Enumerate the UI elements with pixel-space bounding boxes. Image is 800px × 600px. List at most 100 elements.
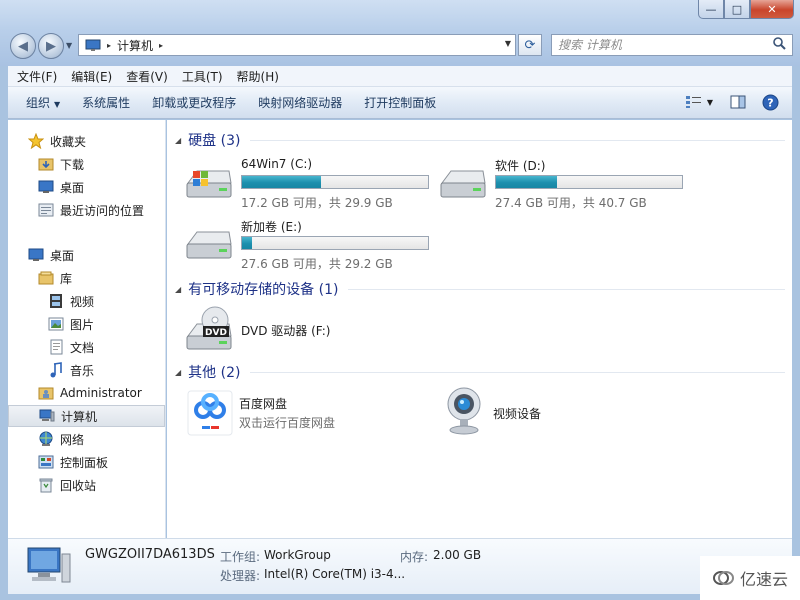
dvd-drive-f[interactable]: DVD DVD 驱动器 (F:) — [185, 306, 431, 356]
collapse-triangle-icon[interactable]: ◢ — [175, 285, 181, 294]
nav-label: 音乐 — [70, 363, 95, 378]
system-properties-button[interactable]: 系统属性 — [82, 94, 130, 111]
close-button[interactable]: ✕ — [750, 0, 794, 19]
nav-network[interactable]: 网络 — [8, 428, 165, 450]
network-icon — [38, 431, 54, 447]
nav-favorites[interactable]: 收藏夹 — [8, 130, 165, 152]
organize-button[interactable]: 组织 ▼ — [26, 94, 60, 111]
watermark-logo-icon — [712, 570, 734, 586]
refresh-button[interactable]: ⟳ — [518, 34, 542, 56]
collapse-triangle-icon[interactable]: ◢ — [175, 368, 181, 377]
view-options-dropdown[interactable]: ▼ — [704, 93, 716, 111]
star-icon — [28, 133, 44, 149]
address-bar[interactable]: ▸ 计算机 ▸ ▼ — [78, 34, 516, 56]
drive-d[interactable]: 软件 (D:) 27.4 GB 可用，共 40.7 GB — [439, 157, 685, 213]
maximize-button[interactable]: □ — [724, 0, 750, 19]
drive-label: 新加卷 (E:) — [241, 220, 302, 234]
nav-videos[interactable]: 视频 — [8, 290, 165, 312]
computer-icon — [39, 408, 55, 424]
nav-recent-places[interactable]: 最近访问的位置 — [8, 199, 165, 221]
workgroup-label: 工作组: — [220, 550, 261, 564]
nav-label: 收藏夹 — [50, 134, 87, 149]
nav-downloads[interactable]: 下载 — [8, 153, 165, 175]
menu-edit[interactable]: 编辑(E) — [71, 68, 112, 85]
baidu-netdisk-item[interactable]: 百度网盘 双击运行百度网盘 — [185, 390, 431, 438]
watermark: 亿速云 — [700, 556, 800, 600]
nav-label: 桌面 — [50, 248, 75, 263]
nav-label: 网络 — [60, 432, 85, 447]
menu-help[interactable]: 帮助(H) — [237, 68, 279, 85]
title-bar: — □ ✕ ◀ ▶ ▼ ▸ 计算机 ▸ ▼ ⟳ — [0, 0, 800, 66]
breadcrumb-separator[interactable]: ▸ — [107, 41, 111, 50]
uninstall-program-button[interactable]: 卸载或更改程序 — [152, 94, 236, 111]
drive-c[interactable]: 64Win7 (C:) 17.2 GB 可用，共 29.9 GB — [185, 157, 431, 213]
group-other[interactable]: ◢ 其他 (2) — [175, 362, 785, 382]
search-box[interactable] — [551, 34, 793, 56]
preview-pane-icon[interactable] — [728, 93, 748, 111]
group-hard-disks[interactable]: ◢ 硬盘 (3) — [175, 130, 785, 150]
forward-button[interactable]: ▶ — [38, 33, 64, 59]
memory-value: 2.00 GB — [433, 548, 482, 562]
nav-label: 下载 — [60, 157, 85, 172]
search-icon[interactable] — [773, 37, 786, 53]
content-pane: ◢ 硬盘 (3) 64Win7 (C:) 17.2 GB 可用，共 29.9 G… — [167, 120, 792, 538]
open-control-panel-button[interactable]: 打开控制面板 — [364, 94, 436, 111]
nav-label: 图片 — [70, 317, 95, 332]
collapse-triangle-icon[interactable]: ◢ — [175, 136, 181, 145]
menu-file[interactable]: 文件(F) — [17, 68, 57, 85]
change-view-icon[interactable] — [684, 93, 704, 111]
workgroup-value: WorkGroup — [264, 548, 331, 562]
libraries-icon — [38, 270, 54, 286]
recycle-bin-icon — [38, 477, 54, 493]
organize-label: 组织 — [26, 96, 51, 110]
view-controls: ▼ ? — [672, 93, 780, 111]
nav-label: 库 — [60, 271, 73, 286]
nav-documents[interactable]: 文档 — [8, 336, 165, 358]
help-icon[interactable]: ? — [760, 93, 780, 111]
nav-user-folder[interactable]: Administrator — [8, 382, 165, 404]
desktop-icon — [28, 247, 44, 263]
map-network-drive-button[interactable]: 映射网络驱动器 — [258, 94, 342, 111]
minimize-button[interactable]: — — [698, 0, 724, 19]
nav-computer[interactable]: 计算机 — [8, 405, 165, 427]
back-button[interactable]: ◀ — [10, 33, 36, 59]
address-dropdown[interactable]: ▼ — [505, 39, 511, 48]
drive-label: DVD 驱动器 (F:) — [241, 324, 331, 338]
music-icon — [48, 362, 64, 378]
menu-view[interactable]: 查看(V) — [126, 68, 168, 85]
drive-usage-fill — [242, 176, 322, 188]
drive-e[interactable]: 新加卷 (E:) 27.6 GB 可用，共 29.2 GB — [185, 218, 431, 274]
drive-space-text: 27.6 GB 可用，共 29.2 GB — [241, 257, 393, 271]
group-removable-storage[interactable]: ◢ 有可移动存储的设备 (1) — [175, 279, 785, 299]
nav-recycle-bin[interactable]: 回收站 — [8, 474, 165, 496]
recent-places-icon — [38, 202, 54, 218]
baidu-netdisk-icon — [187, 390, 233, 439]
menu-bar: 文件(F) 编辑(E) 查看(V) 工具(T) 帮助(H) — [8, 66, 792, 87]
chevron-down-icon: ▼ — [54, 100, 61, 109]
watermark-text: 亿速云 — [739, 570, 788, 589]
drive-space-text: 27.4 GB 可用，共 40.7 GB — [495, 196, 647, 210]
search-input[interactable] — [558, 38, 758, 52]
nav-label: 控制面板 — [60, 455, 109, 470]
breadcrumb-computer[interactable]: 计算机 — [117, 37, 153, 54]
group-divider — [250, 139, 785, 141]
nav-pictures[interactable]: 图片 — [8, 313, 165, 335]
nav-label: Administrator — [60, 386, 142, 400]
nav-music[interactable]: 音乐 — [8, 359, 165, 381]
recent-pages-dropdown[interactable]: ▼ — [66, 41, 72, 50]
documents-icon — [48, 339, 64, 355]
nav-desktop-favorite[interactable]: 桌面 — [8, 176, 165, 198]
videos-icon — [48, 293, 64, 309]
video-device-item[interactable]: 视频设备 — [439, 386, 685, 438]
group-divider — [250, 371, 785, 373]
control-panel-icon — [38, 454, 54, 470]
group-title: 其他 (2) — [188, 365, 241, 381]
menu-tools[interactable]: 工具(T) — [182, 68, 223, 85]
nav-libraries[interactable]: 库 — [8, 267, 165, 289]
nav-desktop[interactable]: 桌面 — [8, 244, 165, 266]
computer-large-icon — [26, 546, 72, 589]
nav-label: 回收站 — [60, 478, 97, 493]
breadcrumb-separator[interactable]: ▸ — [159, 41, 163, 50]
nav-label: 最近访问的位置 — [60, 203, 145, 218]
nav-control-panel[interactable]: 控制面板 — [8, 451, 165, 473]
